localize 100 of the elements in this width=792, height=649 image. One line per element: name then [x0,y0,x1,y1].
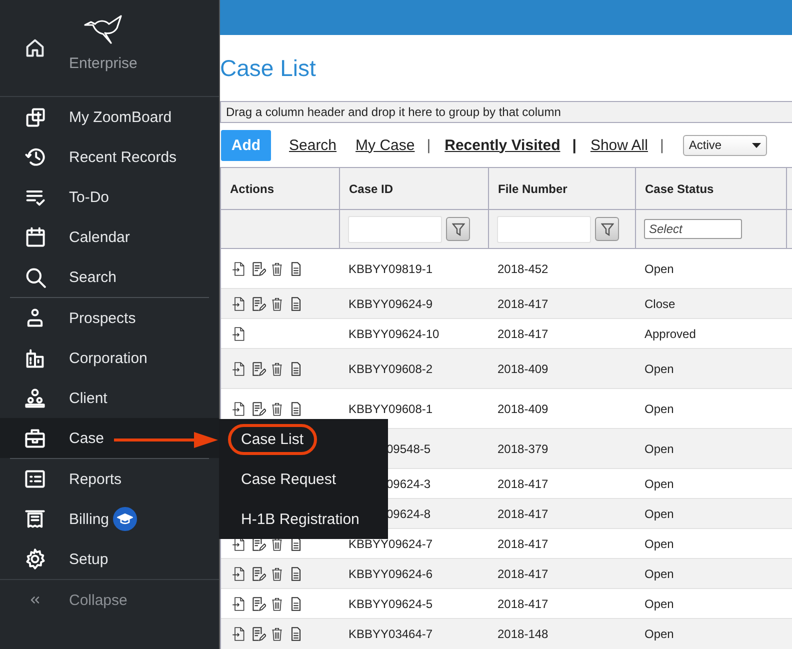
file-number-cell: 2018-417 [498,506,548,520]
submenu-item[interactable]: H-1B Registration [228,504,372,534]
case-id-cell: KBBYY09819-1 [348,262,433,276]
caret-icon [752,142,761,148]
case-status-cell: Open [644,566,674,580]
separator: | [426,136,431,154]
filter-link[interactable]: Show All [590,136,648,154]
case-id-cell: 09548-5 [386,442,431,456]
file-number-cell: 2018-417 [498,596,548,610]
nav-item[interactable]: Case [0,418,219,458]
edit-document-icon[interactable] [250,564,266,582]
file-number-cell: 2018-409 [498,402,548,416]
case-status-cell: Open [644,362,674,376]
filter-button[interactable] [595,217,619,241]
nav-item[interactable]: Corporation [0,338,219,378]
status-dropdown[interactable]: Active [682,134,767,156]
filter-link[interactable]: My Case [356,136,415,154]
case-status-cell: Open [644,626,674,641]
board-icon [24,106,46,128]
filter-link[interactable]: Search [289,136,337,154]
separator: | [660,136,664,154]
brand-name: Enterprise [69,54,138,72]
column-header[interactable]: File Number [488,168,636,210]
page-title: Case List [220,54,317,82]
edit-document-icon[interactable] [250,260,266,278]
open-file-icon[interactable] [231,564,247,582]
building-icon [24,347,46,369]
tutorial-badge[interactable] [113,507,138,531]
nav-item[interactable]: Client [0,378,219,418]
status-select[interactable]: Select [644,219,742,239]
file-number-cell: 2018-452 [498,262,548,276]
settings-icon [24,548,46,570]
search-icon [24,266,46,288]
nav-item[interactable]: To-Do [0,177,219,217]
case-id-cell: KBBYY09608-1 [348,402,433,416]
case-status-cell: Open [644,262,674,276]
file-number-cell: 2018-417 [498,476,548,490]
file-number-cell: 2018-417 [498,536,548,550]
nav-item[interactable]: My ZoomBoard [0,97,219,137]
nav-item[interactable]: Prospects [0,298,219,338]
receipt-icon [24,508,46,530]
filter-button[interactable] [446,217,470,241]
edit-document-icon[interactable] [250,400,266,418]
filter-link[interactable]: Recently Visited [444,136,560,154]
case-status-cell: Open [644,506,674,520]
briefcase-icon [24,427,46,449]
case-id-cell: KBBYY03464-7 [348,626,433,641]
edit-document-icon[interactable] [250,594,266,612]
case-id-cell: KBBYY09624-10 [348,326,440,340]
file-number-cell: 2018-409 [498,362,548,376]
file-number-cell: 2018-417 [498,566,548,580]
case-id-cell: 09624-3 [386,476,431,490]
separator: | [572,136,576,154]
case-id-filter-field[interactable] [348,216,442,242]
edit-document-icon[interactable] [250,360,266,378]
column-header[interactable]: Case Status [636,168,786,210]
list-icon [24,468,46,490]
calendar-icon [24,226,46,248]
nav-item[interactable]: Calendar [0,217,219,257]
open-file-icon[interactable] [231,594,247,612]
case-status-cell: Open [644,402,674,416]
case-status-cell: Approved [644,326,696,340]
group-by-hint: Drag a column header and drop it here to group by that column [220,101,792,123]
open-file-icon[interactable] [231,360,247,378]
people-icon [24,387,46,409]
edit-document-icon[interactable] [250,624,266,643]
case-id-cell: KBBYY09624-9 [348,296,433,310]
open-file-icon[interactable] [231,400,247,418]
funnel-icon [452,222,464,236]
nav-item[interactable]: Reports [0,459,219,499]
history-icon [24,146,46,168]
edit-document-icon[interactable] [250,294,266,312]
column-header[interactable]: Actions [220,168,340,210]
file-number-cell: 2018-417 [498,326,548,340]
case-id-cell: KBBYY09624-5 [348,596,433,610]
nav-item[interactable]: Recent Records [0,137,219,177]
open-file-icon[interactable] [231,624,247,643]
case-status-cell: Open [644,442,674,456]
open-file-icon[interactable] [231,260,247,278]
submenu-item[interactable]: Case List [228,424,317,454]
case-id-cell: KBBYY09624-6 [348,566,433,580]
file-number-cell: 2018-148 [498,626,548,641]
file-number-filter-field[interactable] [497,216,591,242]
nav-item[interactable]: Setup [0,539,219,579]
submenu-item[interactable]: Case Request [228,464,350,494]
case-status-cell: Open [644,596,674,610]
file-number-cell: 2018-379 [498,442,548,456]
case-id-cell: KBBYY09608-2 [348,362,433,376]
case-id-cell: 09624-8 [386,506,431,520]
case-status-cell: Close [644,296,676,310]
column-header[interactable]: Case ID [340,168,488,210]
file-number-cell: 2018-417 [498,296,548,310]
nav-item[interactable]: Billing [0,499,219,539]
funnel-icon [600,222,614,236]
open-file-icon[interactable] [231,294,247,312]
case-status-cell: Open [644,476,674,490]
case-status-cell: Open [644,536,674,550]
open-file-icon[interactable] [231,324,247,342]
home-icon [24,37,46,59]
nav-item[interactable]: Search [0,257,219,297]
